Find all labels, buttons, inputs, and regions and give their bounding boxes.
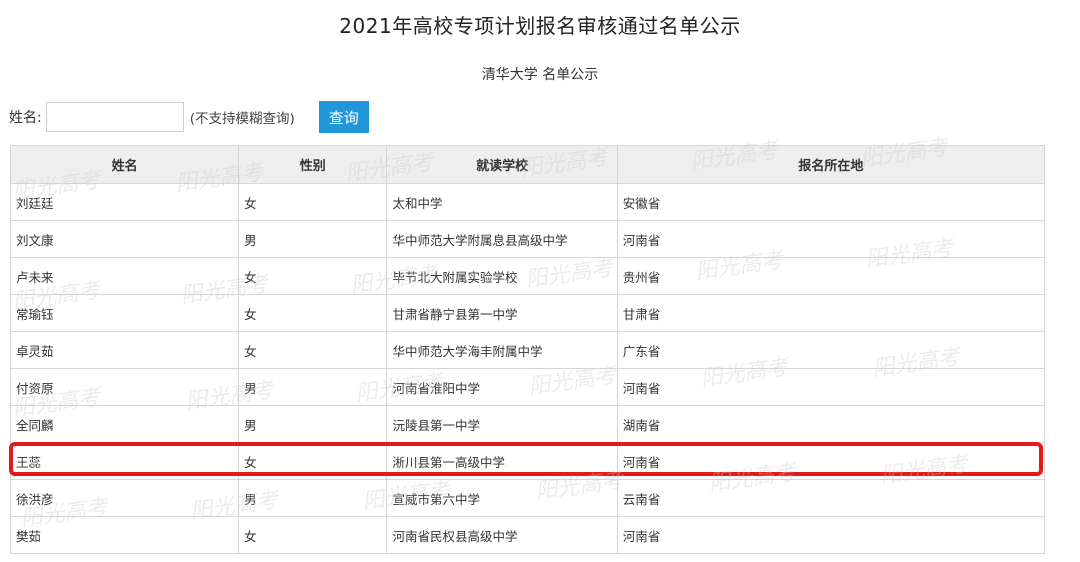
cell-gender: 女 xyxy=(238,442,388,480)
table-row: 全同麟 男 沅陵县第一中学 湖南省 xyxy=(9,405,1046,443)
cell-name: 卢未来 xyxy=(9,257,240,295)
cell-name: 卓灵茹 xyxy=(9,331,240,369)
result-table: 姓名 性别 就读学校 报名所在地 刘廷廷 女 太和中学 安徽省 刘文康 男 华中… xyxy=(9,145,1046,554)
cell-region: 云南省 xyxy=(616,479,1046,517)
table-row: 卢未来 女 毕节北大附属实验学校 贵州省 xyxy=(9,257,1046,295)
search-button[interactable]: 查询 xyxy=(318,101,369,133)
cell-gender: 女 xyxy=(238,331,388,369)
table-row: 刘文康 男 华中师范大学附属息县高级中学 河南省 xyxy=(9,220,1046,258)
cell-region: 贵州省 xyxy=(616,257,1046,295)
cell-region: 河南省 xyxy=(616,368,1046,406)
cell-gender: 男 xyxy=(238,405,388,443)
cell-school: 淅川县第一高级中学 xyxy=(386,442,618,480)
cell-region: 甘肃省 xyxy=(616,294,1046,332)
cell-name: 樊茹 xyxy=(9,516,240,554)
cell-school: 毕节北大附属实验学校 xyxy=(386,257,618,295)
cell-name: 常瑜钰 xyxy=(9,294,240,332)
cell-school: 河南省淮阳中学 xyxy=(386,368,618,406)
cell-name: 刘文康 xyxy=(9,220,240,258)
cell-gender: 男 xyxy=(238,479,388,517)
page-title: 2021年高校专项计划报名审核通过名单公示 xyxy=(339,14,741,38)
cell-name: 全同麟 xyxy=(9,405,240,443)
table-row: 徐洪彦 男 宣威市第六中学 云南省 xyxy=(9,479,1046,517)
cell-region: 广东省 xyxy=(616,331,1046,369)
table-row: 樊茹 女 河南省民权县高级中学 河南省 xyxy=(9,516,1046,554)
header-region: 报名所在地 xyxy=(616,145,1046,184)
search-hint: (不支持模糊查询) xyxy=(189,111,295,127)
cell-name: 王蕊 xyxy=(9,442,240,480)
cell-region: 安徽省 xyxy=(616,183,1046,221)
university-subtitle: 清华大学 名单公示 xyxy=(481,67,599,83)
table-row-highlighted: 王蕊 女 淅川县第一高级中学 河南省 xyxy=(9,442,1046,480)
cell-school: 宣威市第六中学 xyxy=(386,479,618,517)
cell-school: 沅陵县第一中学 xyxy=(386,405,618,443)
cell-gender: 女 xyxy=(238,516,388,554)
cell-gender: 女 xyxy=(238,183,388,221)
table-row: 卓灵茹 女 华中师范大学海丰附属中学 广东省 xyxy=(9,331,1046,369)
header-name: 姓名 xyxy=(9,145,240,184)
search-label: 姓名: xyxy=(9,110,42,126)
table-row: 付资原 男 河南省淮阳中学 河南省 xyxy=(9,368,1046,406)
cell-school: 华中师范大学海丰附属中学 xyxy=(386,331,618,369)
cell-gender: 男 xyxy=(238,368,388,406)
cell-gender: 女 xyxy=(238,257,388,295)
cell-name: 刘廷廷 xyxy=(9,183,240,221)
table-row: 刘廷廷 女 太和中学 安徽省 xyxy=(9,183,1046,221)
cell-gender: 女 xyxy=(238,294,388,332)
table-row: 常瑜钰 女 甘肃省静宁县第一中学 甘肃省 xyxy=(9,294,1046,332)
cell-name: 徐洪彦 xyxy=(9,479,240,517)
cell-school: 甘肃省静宁县第一中学 xyxy=(386,294,618,332)
header-school: 就读学校 xyxy=(386,145,618,184)
cell-gender: 男 xyxy=(238,220,388,258)
cell-region: 河南省 xyxy=(616,442,1046,480)
cell-region: 河南省 xyxy=(616,220,1046,258)
cell-school: 河南省民权县高级中学 xyxy=(386,516,618,554)
cell-name: 付资原 xyxy=(9,368,240,406)
table-header-row: 姓名 性别 就读学校 报名所在地 xyxy=(9,145,1046,184)
cell-school: 华中师范大学附属息县高级中学 xyxy=(386,220,618,258)
name-search-input[interactable] xyxy=(45,102,184,132)
search-bar: 姓名: (不支持模糊查询) 查询 xyxy=(9,100,369,134)
cell-school: 太和中学 xyxy=(386,183,618,221)
cell-region: 河南省 xyxy=(616,516,1046,554)
header-gender: 性别 xyxy=(238,145,388,184)
cell-region: 湖南省 xyxy=(616,405,1046,443)
